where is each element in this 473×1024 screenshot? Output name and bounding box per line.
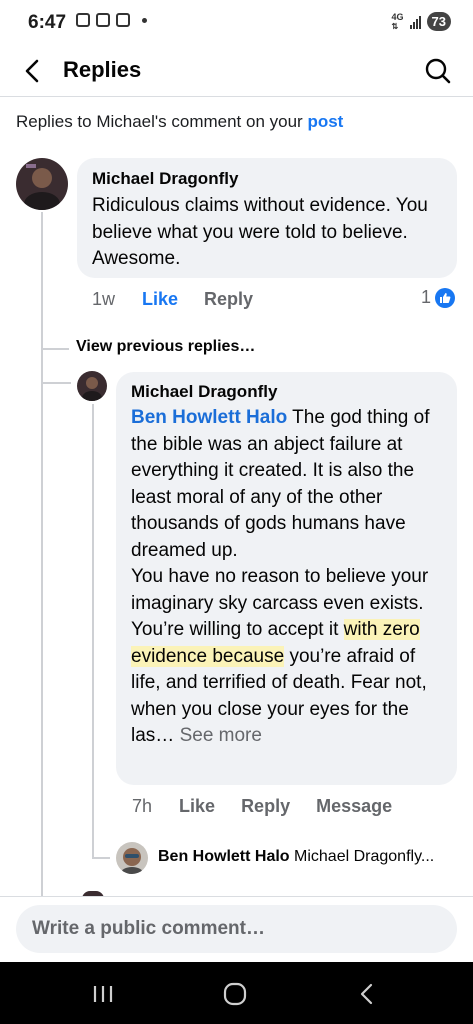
search-button[interactable] <box>421 54 455 88</box>
avatar[interactable] <box>77 371 107 401</box>
status-bar: 6:47 4G ⇅ 73 <box>0 0 473 44</box>
reply-actions: 7h Like Reply Message <box>132 796 392 817</box>
thread-connector-nested <box>92 857 110 859</box>
profile-photo-icon <box>16 158 68 210</box>
comment-actions: 1w Like Reply <box>92 289 253 310</box>
message-button[interactable]: Message <box>316 796 392 817</box>
signal-icon <box>409 15 421 29</box>
see-more-link[interactable]: See more <box>180 725 262 746</box>
recent-apps-icon <box>93 986 113 1002</box>
reply-button[interactable]: Reply <box>204 289 253 310</box>
reply-author[interactable]: Michael Dragonfly <box>131 382 277 402</box>
comment-input[interactable]: Write a public comment… <box>16 905 457 953</box>
profile-photo-icon <box>116 842 148 874</box>
reply-time: 7h <box>132 796 153 816</box>
home-button[interactable] <box>220 979 250 1009</box>
comment-time: 1w <box>92 289 116 309</box>
view-previous-replies[interactable]: View previous replies… <box>76 338 255 356</box>
like-button[interactable]: Like <box>179 796 215 817</box>
avatar[interactable] <box>16 158 68 210</box>
battery-icon: 73 <box>426 12 451 31</box>
system-navigation-bar <box>0 962 473 1024</box>
screenshot-icon <box>76 13 90 27</box>
system-back-button[interactable] <box>353 979 383 1009</box>
status-right: 4G ⇅ 73 <box>392 12 451 31</box>
comment-bubble[interactable]: Michael Dragonfly Ridiculous claims with… <box>77 158 457 278</box>
mention-link[interactable]: Ben Howlett Halo <box>131 407 287 428</box>
thread-connector-reply <box>41 382 71 384</box>
network-type: 4G ⇅ <box>391 11 404 31</box>
like-reaction-icon <box>435 287 456 308</box>
thread-line-reply <box>92 404 94 858</box>
comment-text: Ridiculous claims without evidence. You … <box>92 195 428 269</box>
nested-reply-author: Ben Howlett Halo <box>158 848 290 865</box>
comment-author[interactable]: Michael Dragonfly <box>92 169 238 189</box>
mail-icon <box>116 13 130 27</box>
status-time: 6:47 <box>28 12 67 33</box>
like-button[interactable]: Like <box>142 289 178 310</box>
notification-icons <box>76 13 147 27</box>
reply-bubble[interactable]: Michael Dragonfly Ben Howlett Halo The g… <box>116 372 457 785</box>
recent-apps-button[interactable] <box>88 979 118 1009</box>
reply-text: Ben Howlett Halo The god thing of the bi… <box>131 407 430 746</box>
page-title: Replies <box>63 57 142 82</box>
reaction-count[interactable]: 1 <box>421 287 456 308</box>
comment-composer-bar: Write a public comment… <box>0 896 473 963</box>
reply-button[interactable]: Reply <box>241 796 290 817</box>
avatar[interactable] <box>116 842 148 874</box>
nested-reply-preview[interactable]: Ben Howlett Halo Michael Dragonfly... <box>158 848 434 866</box>
profile-photo-icon <box>77 371 107 401</box>
nested-reply-text: Michael Dragonfly... <box>294 848 435 865</box>
more-notifications-dot <box>142 17 147 23</box>
search-icon <box>425 58 451 84</box>
back-icon <box>360 983 373 1005</box>
comment-input-placeholder: Write a public comment… <box>32 918 265 939</box>
thread-line-main <box>41 212 43 896</box>
back-button[interactable] <box>16 54 50 88</box>
home-icon <box>223 982 247 1006</box>
post-link[interactable]: post <box>307 112 343 131</box>
calendar-icon <box>96 13 110 27</box>
thread-connector-prev <box>41 348 69 350</box>
back-arrow-icon <box>25 59 39 83</box>
replies-context: Replies to Michael's comment on your pos… <box>16 112 344 131</box>
app-bar: Replies <box>0 44 473 97</box>
